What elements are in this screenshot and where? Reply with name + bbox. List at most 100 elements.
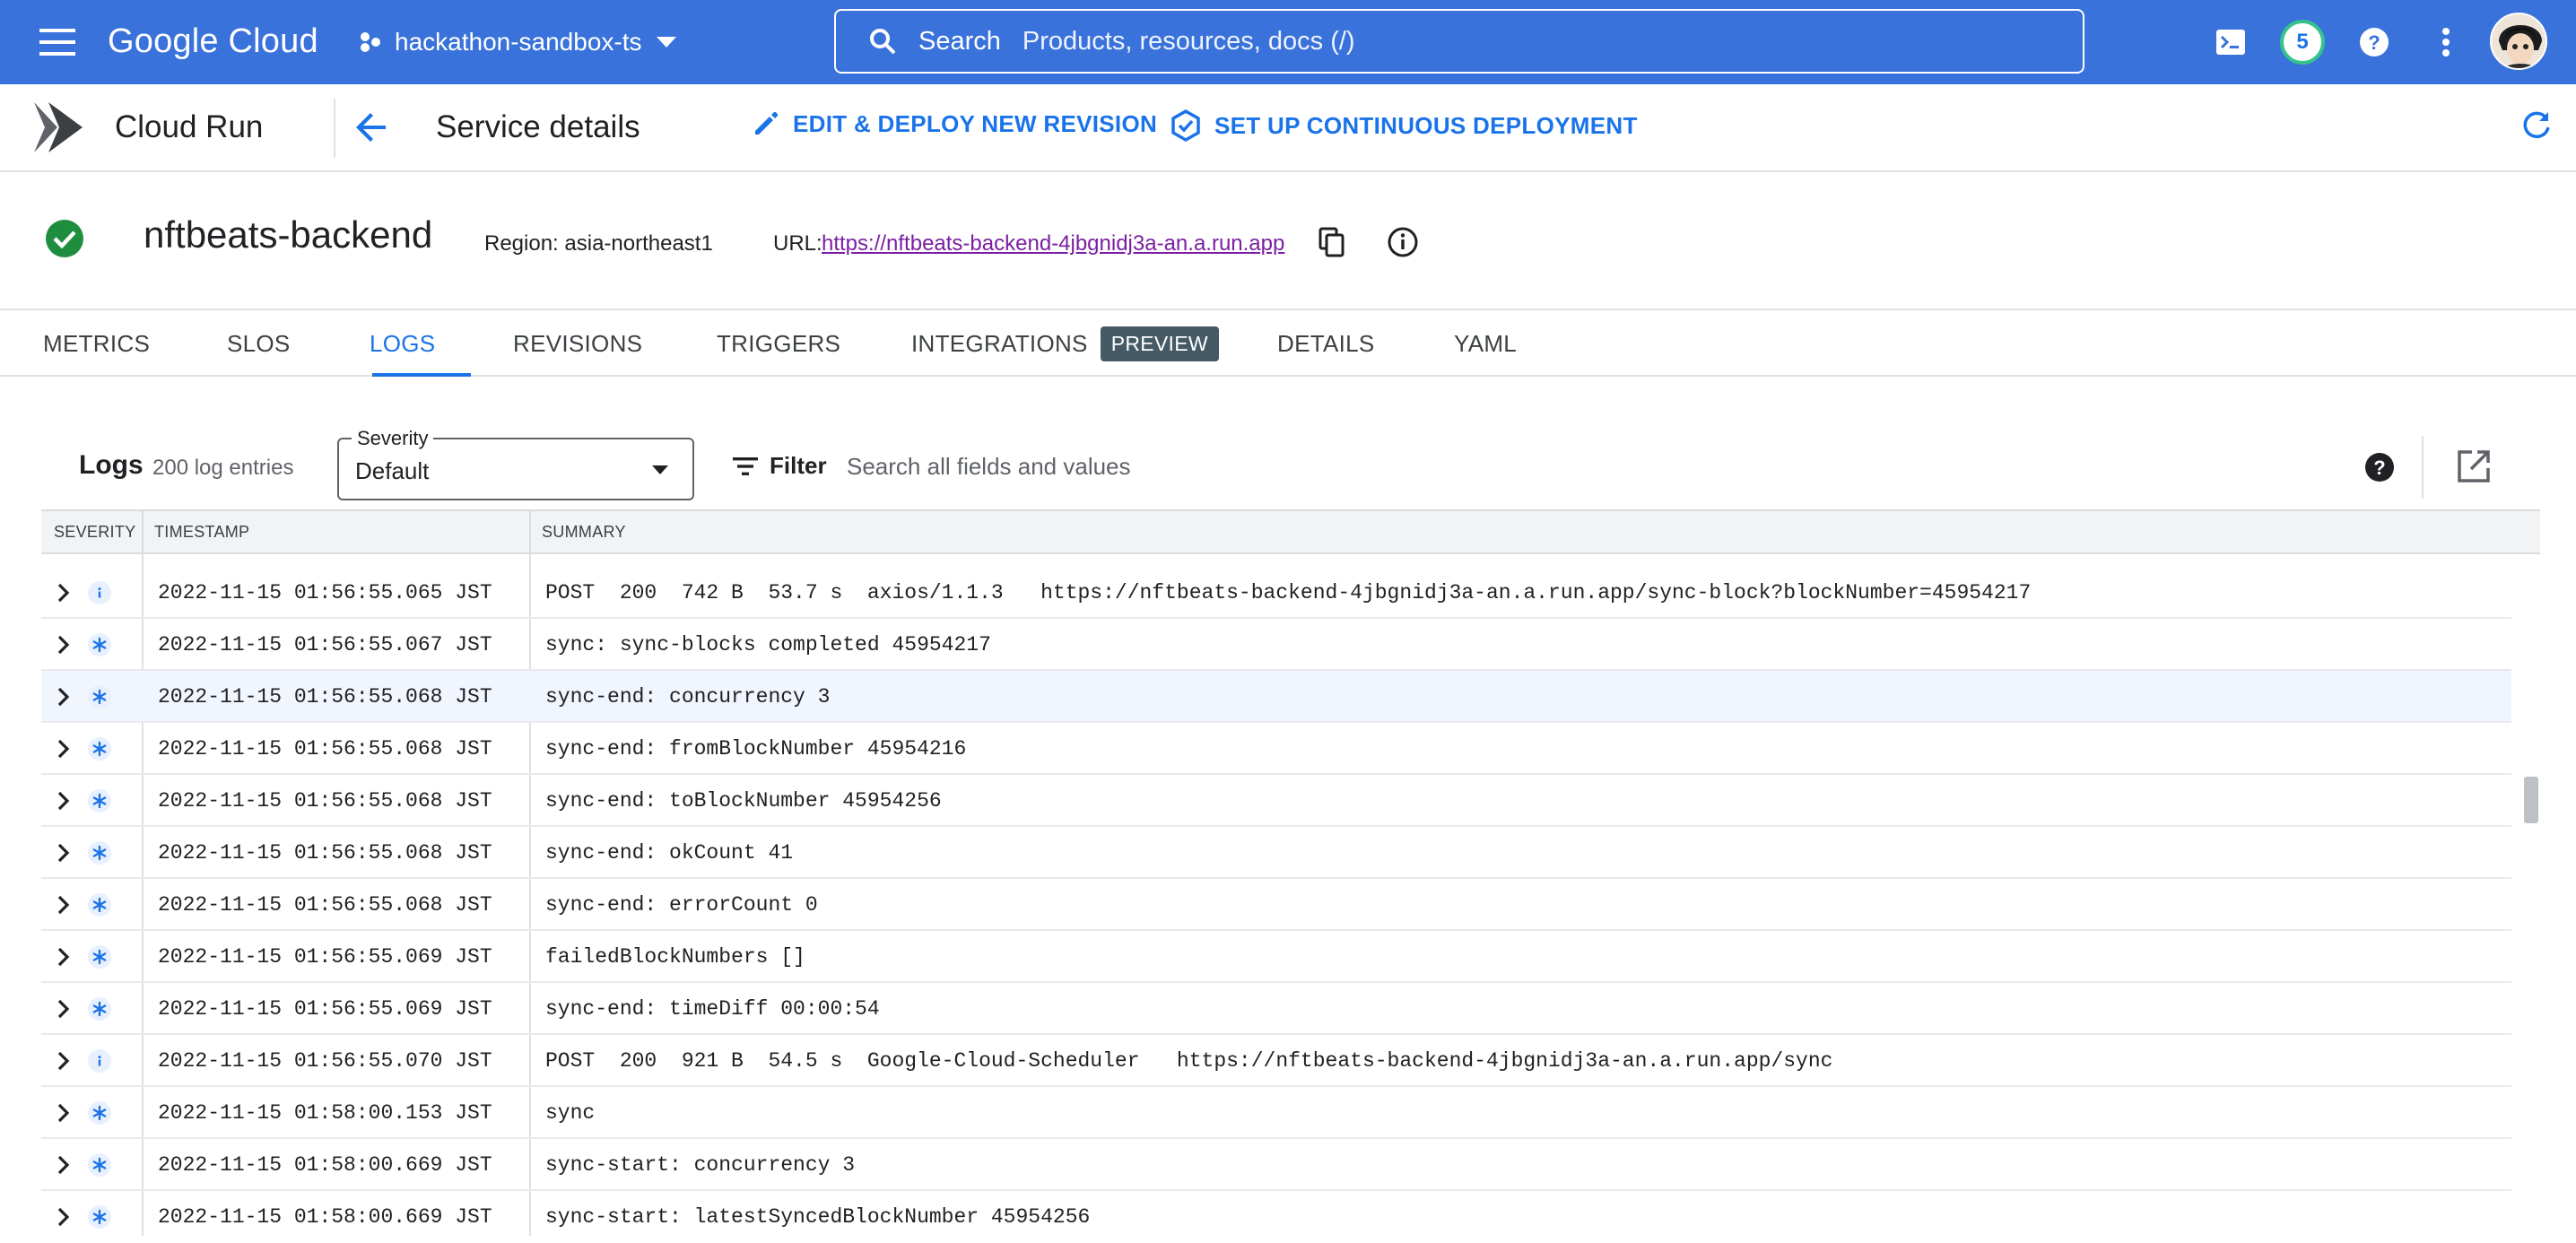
chevron-right-icon[interactable] <box>57 1051 70 1071</box>
edit-deploy-button[interactable]: EDIT & DEPLOY NEW REVISION <box>752 109 1157 138</box>
help-icon[interactable]: ? <box>2354 22 2395 63</box>
more-vert-icon[interactable] <box>2425 22 2467 63</box>
column-timestamp[interactable]: TIMESTAMP <box>154 511 249 552</box>
log-timestamp: 2022-11-15 01:56:55.068 JST <box>158 841 492 865</box>
chevron-right-icon[interactable] <box>57 895 70 915</box>
severity-default-icon <box>88 685 111 708</box>
avatar[interactable] <box>2490 13 2547 70</box>
chevron-right-icon[interactable] <box>57 739 70 759</box>
chevron-right-icon[interactable] <box>57 635 70 655</box>
tab-integrations[interactable]: INTEGRATIONS PREVIEW <box>911 310 1219 377</box>
log-row[interactable]: 2022-11-15 01:56:55.068 JST sync-end: err… <box>41 879 2511 931</box>
log-row[interactable]: 2022-11-15 01:56:55.068 JST sync-end: okC… <box>41 827 2511 879</box>
tab-revisions[interactable]: REVISIONS <box>513 310 642 377</box>
project-icon <box>359 30 382 54</box>
log-timestamp: 2022-11-15 01:58:00.669 JST <box>158 1153 492 1177</box>
log-summary: POST 200 921 B 54.5 s Google-Cloud-Sched… <box>545 1049 1833 1073</box>
tab-details[interactable]: DETAILS <box>1277 310 1375 377</box>
log-row[interactable]: 2022-11-15 01:58:00.669 JST sync-start: c… <box>41 1139 2511 1191</box>
log-row[interactable]: 2022-11-15 01:56:55.070 JST POST 200 921 … <box>41 1035 2511 1087</box>
page-title: Service details <box>436 109 640 144</box>
menu-icon[interactable] <box>38 25 77 59</box>
project-picker[interactable]: hackathon-sandbox-ts <box>359 20 678 65</box>
scrollbar-thumb[interactable] <box>2524 777 2538 823</box>
service-name: nftbeats-backend <box>144 213 433 256</box>
log-search-input[interactable] <box>847 447 2013 486</box>
severity-select[interactable]: Severity Default <box>337 427 694 500</box>
product-title: Cloud Run <box>115 109 264 144</box>
tab-slos[interactable]: SLOS <box>227 310 291 377</box>
help-icon[interactable]: ? <box>2364 452 2395 482</box>
log-row[interactable]: 2022-11-15 01:56:55.069 JST failedBlockNu… <box>41 931 2511 983</box>
log-timestamp: 2022-11-15 01:56:55.069 JST <box>158 997 492 1021</box>
service-url-link[interactable]: https://nftbeats-backend-4jbgnidj3a-an.a… <box>822 231 1284 256</box>
log-row[interactable]: 2022-11-15 01:56:55.068 JST sync-end: fro… <box>41 723 2511 775</box>
terminal-icon[interactable] <box>2210 22 2251 63</box>
log-summary: sync-end: toBlockNumber 45954256 <box>545 789 942 813</box>
pencil-icon <box>752 109 780 138</box>
refresh-icon[interactable] <box>2520 109 2553 142</box>
log-row[interactable]: 2022-11-15 01:56:55.069 JST sync-end: tim… <box>41 983 2511 1035</box>
chevron-right-icon[interactable] <box>57 687 70 707</box>
log-summary: sync-end: okCount 41 <box>545 841 794 865</box>
filter-label: Filter <box>770 452 827 479</box>
severity-default-icon <box>88 1101 111 1125</box>
search-placeholder: Products, resources, docs (/) <box>1022 26 1355 56</box>
search-label: Search <box>918 26 1001 56</box>
log-row[interactable]: 2022-11-15 01:56:55.067 JST sync: sync-bl… <box>41 619 2511 671</box>
search-bar[interactable]: Search Products, resources, docs (/) <box>834 9 2084 74</box>
log-row[interactable]: 2022-11-15 01:56:55.065 JST POST 200 742 … <box>41 567 2511 619</box>
severity-default-icon <box>88 633 111 656</box>
log-timestamp: 2022-11-15 01:56:55.068 JST <box>158 893 492 917</box>
log-summary: failedBlockNumbers [] <box>545 945 805 969</box>
column-severity[interactable]: SEVERITY <box>54 511 135 552</box>
log-timestamp: 2022-11-15 01:56:55.068 JST <box>158 737 492 761</box>
log-timestamp: 2022-11-15 01:56:55.069 JST <box>158 945 492 969</box>
severity-default-icon <box>88 945 111 969</box>
log-summary: sync-end: fromBlockNumber 45954216 <box>545 737 967 761</box>
chevron-right-icon[interactable] <box>57 1103 70 1123</box>
chevron-right-icon[interactable] <box>57 843 70 863</box>
log-summary: POST 200 742 B 53.7 s axios/1.1.3 https:… <box>545 581 2032 604</box>
chevron-right-icon[interactable] <box>57 791 70 811</box>
divider <box>334 99 335 158</box>
tab-metrics[interactable]: METRICS <box>43 310 150 377</box>
log-row[interactable]: 2022-11-15 01:58:00.669 JST sync-start: l… <box>41 1191 2511 1236</box>
filter-button[interactable]: Filter <box>732 452 827 480</box>
log-row[interactable]: 2022-11-15 01:58:00.153 JST sync <box>41 1087 2511 1139</box>
copy-icon[interactable] <box>1317 226 1347 258</box>
log-summary: sync-start: latestSyncedBlockNumber 4595… <box>545 1205 1091 1229</box>
chevron-right-icon[interactable] <box>57 583 70 603</box>
search-icon <box>868 27 897 56</box>
chevron-right-icon[interactable] <box>57 1207 70 1227</box>
column-resize-handle[interactable] <box>142 511 144 552</box>
info-icon[interactable] <box>1387 226 1419 258</box>
chevron-right-icon[interactable] <box>57 947 70 967</box>
open-in-new-icon[interactable] <box>2456 448 2492 484</box>
log-summary: sync <box>545 1101 596 1125</box>
log-row[interactable]: 2022-11-15 01:56:55.068 JST sync-end: con… <box>41 671 2511 723</box>
continuous-deployment-button[interactable]: SET UP CONTINUOUS DEPLOYMENT <box>1170 109 1638 142</box>
column-summary[interactable]: SUMMARY <box>542 511 626 552</box>
log-row[interactable]: 2022-11-15 01:56:55.068 JST sync-end: toB… <box>41 775 2511 827</box>
logs-toolbar: Logs 200 log entries Severity Default Fi… <box>0 422 2576 508</box>
severity-default-icon <box>88 737 111 761</box>
log-entry-count: 200 log entries <box>152 456 294 480</box>
tab-yaml[interactable]: YAML <box>1454 310 1517 377</box>
google-cloud-logo[interactable]: Google Cloud <box>108 18 318 65</box>
svg-text:?: ? <box>2368 31 2380 54</box>
tab-logs[interactable]: LOGS <box>370 310 435 377</box>
url-label: URL: <box>773 231 822 256</box>
notifications-badge[interactable]: 5 <box>2280 20 2325 65</box>
edit-deploy-label: EDIT & DEPLOY NEW REVISION <box>793 109 1158 137</box>
scrollbar-track[interactable] <box>2520 554 2540 1236</box>
log-summary: sync: sync-blocks completed 45954217 <box>545 633 991 656</box>
chevron-right-icon[interactable] <box>57 1155 70 1175</box>
column-resize-handle[interactable] <box>529 511 531 552</box>
tab-triggers[interactable]: TRIGGERS <box>717 310 840 377</box>
preview-chip: PREVIEW <box>1100 326 1219 361</box>
chevron-right-icon[interactable] <box>57 999 70 1019</box>
log-summary: sync-end: concurrency 3 <box>545 685 831 708</box>
continuous-deploy-label: SET UP CONTINUOUS DEPLOYMENT <box>1214 111 1638 139</box>
arrow-back-icon[interactable] <box>353 109 389 145</box>
